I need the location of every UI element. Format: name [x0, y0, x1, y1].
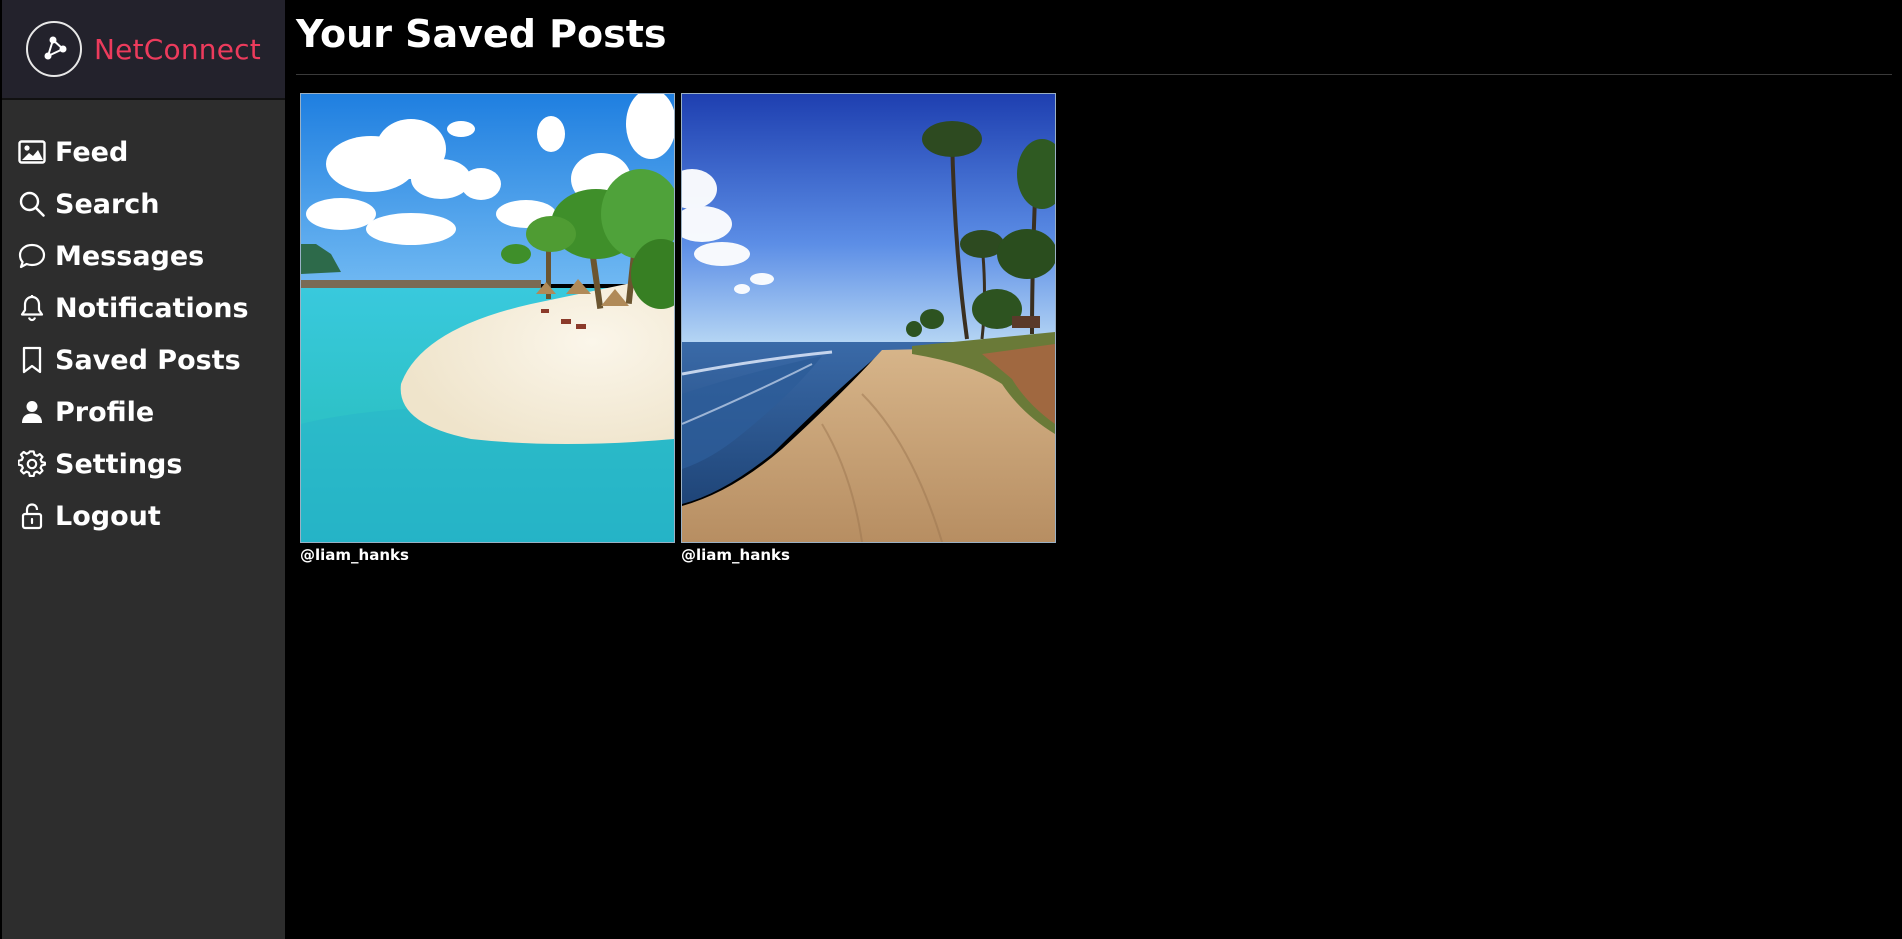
chat-bubble-icon: [17, 241, 47, 271]
saved-post-card[interactable]: @liam_hanks: [300, 93, 675, 564]
saved-post-card[interactable]: @liam_hanks: [681, 93, 1056, 564]
person-icon: [17, 397, 47, 427]
sidebar-item-label: Search: [55, 188, 160, 220]
brand-name: NetConnect: [94, 32, 261, 66]
sidebar-item-settings[interactable]: Settings: [2, 438, 285, 490]
sidebar-item-label: Notifications: [55, 292, 249, 324]
sidebar-nav: Feed Search Messages Notifications Saved…: [2, 126, 285, 542]
logo[interactable]: NetConnect: [2, 0, 285, 100]
app: NetConnect Feed Search Messages Notifica…: [0, 0, 1902, 939]
bookmark-icon: [17, 345, 47, 375]
main-content: Your Saved Posts @liam_hanks @liam_hanks: [296, 0, 1892, 939]
divider: [296, 74, 1892, 75]
saved-posts-grid: @liam_hanks @liam_hanks: [300, 93, 1062, 564]
sidebar-item-label: Logout: [55, 500, 161, 532]
share-nodes-icon: [26, 21, 83, 77]
post-author[interactable]: @liam_hanks: [300, 546, 675, 564]
bell-icon: [17, 293, 47, 323]
sidebar-item-label: Feed: [55, 136, 129, 168]
gear-icon: [17, 449, 47, 479]
post-image[interactable]: [300, 93, 675, 543]
sidebar-item-label: Settings: [55, 448, 183, 480]
sidebar-item-profile[interactable]: Profile: [2, 386, 285, 438]
sidebar: NetConnect Feed Search Messages Notifica…: [2, 0, 285, 939]
sidebar-item-notifications[interactable]: Notifications: [2, 282, 285, 334]
sidebar-item-label: Saved Posts: [55, 344, 241, 376]
post-author[interactable]: @liam_hanks: [681, 546, 1056, 564]
page-title: Your Saved Posts: [296, 12, 667, 56]
sidebar-item-label: Profile: [55, 396, 155, 428]
image-icon: [17, 137, 47, 167]
lock-icon: [17, 501, 47, 531]
sidebar-item-search[interactable]: Search: [2, 178, 285, 230]
sidebar-item-saved-posts[interactable]: Saved Posts: [2, 334, 285, 386]
post-image[interactable]: [681, 93, 1056, 543]
search-icon: [17, 189, 47, 219]
sidebar-item-logout[interactable]: Logout: [2, 490, 285, 542]
sidebar-item-label: Messages: [55, 240, 205, 272]
sidebar-item-feed[interactable]: Feed: [2, 126, 285, 178]
sidebar-item-messages[interactable]: Messages: [2, 230, 285, 282]
